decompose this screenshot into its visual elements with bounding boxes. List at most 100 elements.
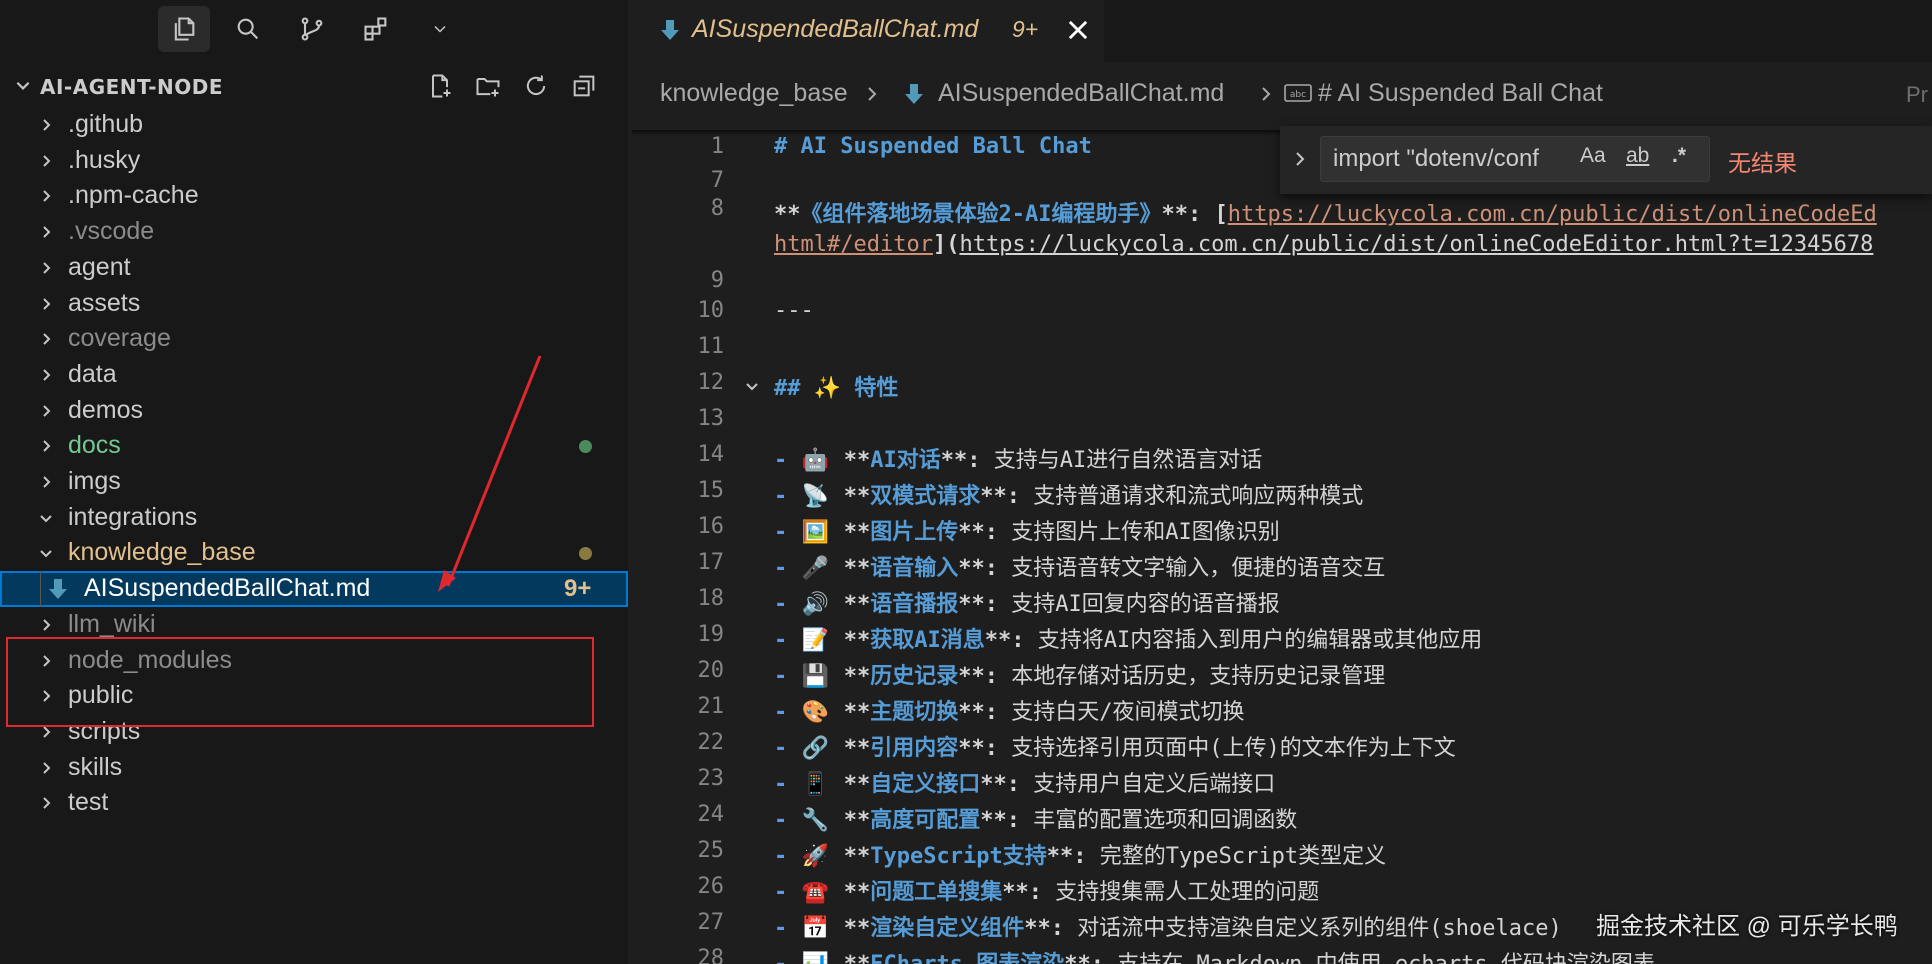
explorer-view-button[interactable]	[158, 6, 210, 52]
code-line[interactable]: 11	[632, 332, 1932, 368]
tab-aisuspendedballchat[interactable]: AISuspendedBallChat.md 9+	[632, 0, 1104, 62]
bold-marker: **	[830, 448, 871, 473]
tree-folder-item[interactable]: imgs	[0, 464, 628, 500]
line-number: 25	[697, 838, 725, 863]
markdown-heading: ## ✨ 特性	[774, 376, 899, 401]
find-widget: Aa ab .* 无结果	[1280, 126, 1932, 194]
feature-description: 支持AI回复内容的语音播报	[1011, 592, 1280, 617]
list-dash: -	[774, 664, 801, 689]
feature-description: 支持白天/夜间模式切换	[1011, 700, 1245, 725]
code-line[interactable]: 20 - 💾 **历史记录**: 本地存储对话历史，支持历史记录管理	[632, 656, 1932, 692]
line-number: 23	[697, 766, 725, 791]
search-view-button[interactable]	[222, 6, 274, 52]
bold-marker: **:	[958, 592, 1012, 617]
code-line[interactable]: 23 - 📱 **自定义接口**: 支持用户自定义后端接口	[632, 764, 1932, 800]
collapse-all-button[interactable]	[566, 68, 602, 104]
bold-marker: **	[831, 952, 871, 964]
code-line[interactable]: 15 - 📡 **双模式请求**: 支持普通请求和流式响应两种模式	[632, 476, 1932, 512]
extensions-button[interactable]	[350, 6, 402, 52]
tree-item-label: .vscode	[68, 217, 155, 246]
bold-marker: **:	[984, 628, 1038, 653]
match-case-button[interactable]: Aa	[1580, 144, 1606, 168]
tab-close-button[interactable]	[1064, 16, 1092, 44]
chevron-down-icon	[16, 81, 30, 90]
feature-emoji: 📅	[801, 916, 830, 941]
tree-folder-item[interactable]: llm_wiki	[0, 607, 628, 643]
tree-folder-item[interactable]: data	[0, 357, 628, 393]
bold-marker: **:	[1064, 952, 1117, 964]
bold-marker: **	[830, 628, 871, 653]
code-line[interactable]: 24 - 🔧 **高度可配置**: 丰富的配置选项和回调函数	[632, 800, 1932, 836]
tree-item-label: agent	[68, 252, 131, 281]
code-line[interactable]: 17 - 🎤 **语音输入**: 支持语音转文字输入，便捷的语音交互	[632, 548, 1932, 584]
tree-folder-item[interactable]: knowledge_base	[0, 535, 628, 571]
feature-description: 本地存储对话历史，支持历史记录管理	[1011, 664, 1386, 689]
line-text: - 📝 **获取AI消息**: 支持将AI内容插入到用户的编辑器或其他应用	[774, 622, 1482, 654]
line-text: - 🎤 **语音输入**: 支持语音转文字输入，便捷的语音交互	[774, 550, 1385, 582]
line-number: 15	[697, 478, 725, 503]
code-line[interactable]: 19 - 📝 **获取AI消息**: 支持将AI内容插入到用户的编辑器或其他应用	[632, 620, 1932, 656]
tree-folder-item[interactable]: public	[0, 678, 628, 714]
explorer-root-header[interactable]: AI-AGENT-NODE	[0, 66, 628, 106]
bold-marker: **:	[958, 700, 1012, 725]
code-line[interactable]: 14 - 🤖 **AI对话**: 支持与AI进行自然语言对话	[632, 440, 1932, 476]
feature-name: 图片上传	[870, 520, 959, 545]
tree-folder-item[interactable]: test	[0, 785, 628, 821]
tree-folder-item[interactable]: .vscode	[0, 214, 628, 250]
breadcrumb-file[interactable]: AISuspendedBallChat.md	[938, 79, 1224, 108]
code-line[interactable]: 26 - ☎️ **问题工单搜集**: 支持搜集需人工处理的问题	[632, 872, 1932, 908]
use-regex-button[interactable]: .*	[1672, 144, 1686, 168]
feature-name: 自定义接口	[870, 772, 981, 797]
code-line[interactable]: 16 - 🖼️ **图片上传**: 支持图片上传和AI图像识别	[632, 512, 1932, 548]
tree-folder-item[interactable]: assets	[0, 286, 628, 322]
code-line[interactable]: 25 - 🚀 **TypeScript支持**: 完整的TypeScript类型定…	[632, 836, 1932, 872]
chevron-right-icon	[38, 653, 54, 669]
code-line[interactable]: 13	[632, 404, 1932, 440]
breadcrumb-folder[interactable]: knowledge_base	[660, 79, 848, 108]
breadcrumb-symbol[interactable]: # AI Suspended Ball Chat	[1318, 79, 1603, 108]
chevron-right-icon	[38, 403, 54, 419]
tree-file-item[interactable]: AISuspendedBallChat.md 9+	[0, 571, 628, 608]
code-line[interactable]: 8 **《组件落地场景体验2-AI编程助手》**: [https://luckyc…	[632, 194, 1932, 230]
chevron-down-icon[interactable]	[744, 378, 760, 394]
tree-folder-item[interactable]: skills	[0, 750, 628, 786]
code-line[interactable]: 10 ---	[632, 296, 1932, 332]
list-dash: -	[774, 700, 801, 725]
tree-folder-item[interactable]: .npm-cache	[0, 178, 628, 214]
new-folder-icon	[476, 78, 500, 97]
tree-folder-item[interactable]: integrations	[0, 500, 628, 536]
match-whole-word-button[interactable]: ab	[1626, 144, 1649, 168]
feature-emoji: 🖼️	[801, 520, 830, 545]
tree-folder-item[interactable]: coverage	[0, 321, 628, 357]
tree-folder-item[interactable]: .github	[0, 107, 628, 143]
tree-item-label: public	[68, 681, 134, 710]
bold-marker: **:	[958, 520, 1012, 545]
refresh-button[interactable]	[518, 68, 554, 104]
code-line[interactable]: 22 - 🔗 **引用内容**: 支持选择引用页面中(上传)的文本作为上下文	[632, 728, 1932, 764]
source-control-button[interactable]	[286, 6, 338, 52]
bold-marker: **:	[980, 808, 1034, 833]
code-line[interactable]: html#/editor](https://luckycola.com.cn/p…	[632, 230, 1932, 266]
tree-item-label: .github	[68, 110, 144, 138]
find-input[interactable]	[1320, 136, 1710, 182]
line-text: - 🎨 **主题切换**: 支持白天/夜间模式切换	[774, 694, 1245, 726]
line-text: # AI Suspended Ball Chat	[774, 134, 1092, 159]
code-line[interactable]: 28 - 📊 **ECharts 图表渲染**: 支持在 Markdown 中使用…	[632, 944, 1932, 964]
chevron-right-icon	[38, 795, 54, 811]
new-folder-button[interactable]	[470, 68, 506, 104]
link-bracket: **: [	[1161, 202, 1228, 227]
tree-folder-item[interactable]: agent	[0, 250, 628, 286]
code-line[interactable]: 21 - 🎨 **主题切换**: 支持白天/夜间模式切换	[632, 692, 1932, 728]
code-line[interactable]: 18 - 🔊 **语音播报**: 支持AI回复内容的语音播报	[632, 584, 1932, 620]
feature-description: 支持搜集需人工处理的问题	[1055, 880, 1320, 905]
tree-folder-item[interactable]: scripts	[0, 714, 628, 750]
feature-emoji: 🔧	[801, 808, 830, 833]
code-line[interactable]: 12 ## ✨ 特性	[632, 368, 1932, 404]
new-file-button[interactable]	[422, 68, 458, 104]
toggle-replace-button[interactable]	[1292, 148, 1308, 170]
tree-folder-item[interactable]: node_modules	[0, 643, 628, 679]
tree-folder-item[interactable]: .husky	[0, 143, 628, 179]
tree-folder-item[interactable]: demos	[0, 393, 628, 429]
tree-folder-item[interactable]: docs	[0, 428, 628, 464]
more-views-button[interactable]	[414, 6, 466, 52]
